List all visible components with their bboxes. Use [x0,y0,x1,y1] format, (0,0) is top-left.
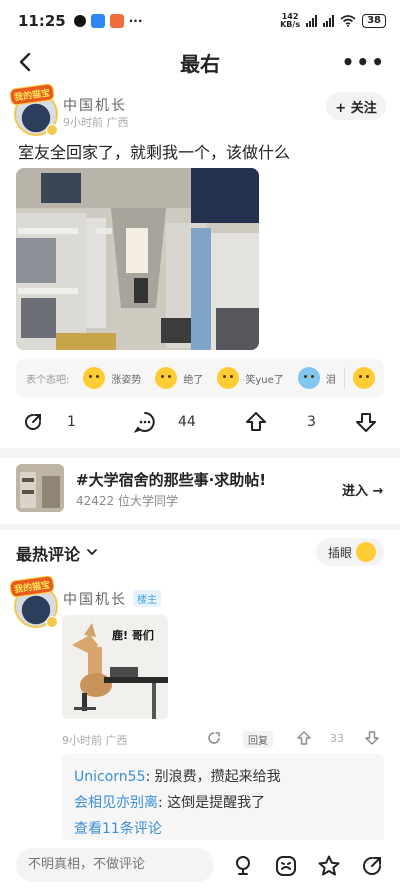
wifi-icon [340,15,356,27]
forum-thumbnail[interactable] [16,464,64,512]
favorite-star-icon[interactable] [317,854,341,878]
crown-icon [46,124,58,136]
emoji-face-icon[interactable] [274,854,298,878]
comment-count: 44 [178,414,196,430]
upvote-icon[interactable] [245,411,267,433]
post-actions: 1 44 3 [0,404,400,440]
upvote-count: 3 [307,414,316,430]
sub-comment-text: : 别浪费，攒起来给我 [145,769,281,785]
voice-mic-icon[interactable] [231,854,255,878]
network-unit: KB/s [280,20,301,29]
crown-icon [46,616,58,628]
tears-emoji-icon [297,367,320,389]
battery-indicator: 38 [362,14,386,28]
app-icon-orange [109,14,124,28]
page-title: 最右 [180,51,220,76]
status-bar: 11:25 ··· 142 KB/s 38 [0,0,400,42]
enter-forum-button[interactable]: 进入 → [342,480,383,499]
network-speed: 142 KB/s [280,13,300,29]
glasses-emoji-icon [356,542,376,562]
back-arrow-icon[interactable] [14,48,38,76]
sub-comment-text: : 这倒是提醒我了 [158,795,266,811]
author-avatar[interactable]: 我的猫宝 [9,83,58,136]
sub-comments: Unicorn55: 别浪费，攒起来给我 会相见亦别离: 这倒是提醒我了 查看1… [62,754,384,842]
top-nav: 最右 ••• [0,42,400,82]
comment-share-icon[interactable] [206,730,222,746]
reaction-bar: 表个态吧: 涨姿势 绝了 笑yue了 泪 [16,359,384,397]
follow-button[interactable]: + 关注 [326,92,386,120]
op-badge: 楼主 [133,590,161,607]
comment-image[interactable]: 鹿! 哥们 [62,615,168,719]
reaction-lei[interactable]: 泪 [297,367,336,389]
insert-eye-button[interactable]: 插眼 [316,538,384,566]
comment-meta: 9小时前 广西 [62,734,128,747]
downvote-icon[interactable] [355,411,377,433]
comment-upvote-count: 33 [330,732,344,745]
reaction-label: 泪 [325,374,336,386]
comment-upvote-icon[interactable] [296,730,312,746]
reaction-zhangzishi[interactable]: 涨姿势 [83,367,141,389]
share-icon-bottom[interactable] [360,854,384,878]
reaction-label: 笑yue了 [245,374,284,386]
add-reaction-emoji-icon[interactable] [352,367,375,389]
section-divider [0,448,400,458]
laugh-emoji-icon [217,367,240,389]
commenter-name[interactable]: 中国机长 [63,589,127,609]
more-options-icon[interactable]: ••• [342,50,386,74]
avatar-badge: 我的猫宝 [9,575,55,598]
avatar-badge: 我的猫宝 [9,83,55,106]
post-image[interactable] [16,168,259,350]
share-icon[interactable] [22,411,44,433]
dorm-photo [16,168,259,350]
author-name[interactable]: 中国机长 [63,95,127,115]
status-app-icons: ··· [73,14,143,28]
forum-member-count: 42422 位大学同学 [76,494,178,508]
reaction-label: 绝了 [183,374,204,386]
reply-button[interactable]: 回复 [243,731,273,748]
commenter-avatar[interactable]: 我的猫宝 [9,575,58,628]
reaction-label: 涨姿势 [111,374,142,386]
sub-comment-user[interactable]: Unicorn55 [74,769,145,785]
sub-comment[interactable]: Unicorn55: 别浪费，攒起来给我 [74,764,372,790]
reaction-prompt: 表个态吧: [26,374,70,386]
reaction-xiaoyue[interactable]: 笑yue了 [217,367,284,389]
hot-comments-title[interactable]: 最热评论 [16,541,80,565]
sub-comment[interactable]: 会相见亦别离: 这倒是提醒我了 [74,790,372,816]
section-divider [0,524,400,530]
forum-thumbnail-image [16,464,64,512]
insert-eye-label: 插眼 [328,545,353,560]
forum-name[interactable]: #大学宿舍的那些事·求助帖! [76,469,266,490]
app-icon-blue [90,14,105,28]
sub-comment-user[interactable]: 会相见亦别离 [74,795,158,811]
comment-icon[interactable] [134,411,156,433]
post-title: 室友全回家了，就剩我一个，该做什么 [18,143,291,162]
post-meta: 9小时前 广西 [63,116,129,129]
reaction-juele[interactable]: 绝了 [155,367,203,389]
comment-downvote-icon[interactable] [364,730,380,746]
smirk-emoji-icon [83,367,106,389]
status-time: 11:25 [18,12,66,30]
view-more-replies-link[interactable]: 查看11条评论 [74,816,372,842]
comment-input[interactable] [16,848,214,882]
status-indicators: 142 KB/s 38 [280,13,386,29]
bottom-bar [0,840,400,890]
more-notifications-icon: ··· [128,14,143,28]
signal-icon [306,15,318,27]
chevron-down-icon[interactable] [86,546,98,558]
qq-icon [73,15,86,27]
signal-icon-2 [323,15,335,27]
comment-image-caption: 鹿! 哥们 [112,629,154,642]
shocked-emoji-icon [155,367,178,389]
share-count: 1 [67,414,76,430]
reaction-divider [343,367,345,389]
